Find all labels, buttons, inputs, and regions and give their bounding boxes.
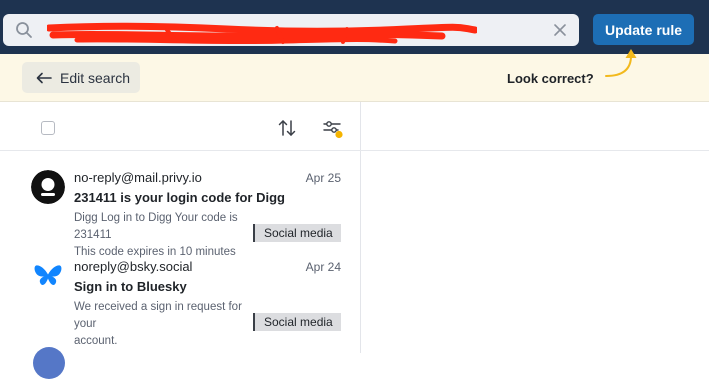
filter-active-dot	[335, 130, 343, 139]
message-list: no-reply@mail.privy.io Apr 25 231411 is …	[0, 102, 361, 353]
look-correct-text: Look correct?	[507, 71, 594, 86]
edit-search-button[interactable]: Edit search	[22, 62, 140, 93]
close-icon[interactable]	[551, 21, 569, 39]
list-item[interactable]: noreply@bsky.social Apr 24 Sign in to Bl…	[0, 240, 361, 347]
privy-avatar	[31, 170, 65, 204]
list-toolbar	[0, 102, 361, 151]
sender: no-reply@mail.privy.io	[74, 170, 202, 185]
bluesky-avatar	[34, 265, 62, 286]
subject: Sign in to Bluesky	[74, 279, 187, 294]
select-all-checkbox[interactable]	[41, 121, 55, 135]
search-icon	[16, 22, 32, 38]
detail-toolbar	[361, 102, 709, 151]
sort-icon[interactable]	[277, 118, 297, 138]
preview-line: account.	[74, 335, 118, 347]
preview-line: Digg Log in to Digg Your code is 231411	[74, 212, 238, 241]
redaction-scribble	[47, 22, 477, 45]
avatar	[33, 347, 65, 379]
category-tag[interactable]: Social media	[253, 313, 341, 331]
date: Apr 24	[305, 260, 341, 274]
edit-search-label: Edit search	[60, 69, 131, 86]
arrow-left-icon	[36, 72, 52, 83]
search-field[interactable]	[3, 14, 579, 48]
update-rule-button[interactable]: Update rule	[593, 14, 694, 45]
top-bar: Update rule	[0, 0, 709, 54]
date: Apr 25	[305, 171, 341, 185]
preview-line: We received a sign in request for your	[74, 301, 242, 330]
pointer-arrow-icon	[605, 49, 637, 77]
subject: 231411 is your login code for Digg	[74, 190, 285, 205]
list-item[interactable]: no-reply@mail.privy.io Apr 25 231411 is …	[0, 151, 361, 258]
sender: noreply@bsky.social	[74, 259, 193, 274]
preview: We received a sign in request for your a…	[74, 299, 250, 350]
filter-icon[interactable]	[322, 118, 344, 140]
